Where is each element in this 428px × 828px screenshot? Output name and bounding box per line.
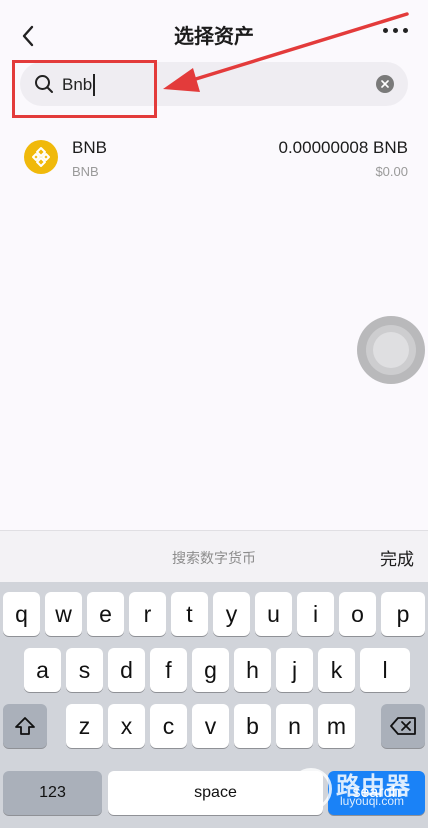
close-icon — [381, 80, 389, 88]
more-dot-icon — [383, 28, 388, 33]
keyboard: q w e r t y u i o p a s d f g h j k l z … — [0, 582, 428, 828]
more-dot-icon — [393, 28, 398, 33]
top-bar: 选择资产 — [0, 0, 428, 64]
key-o[interactable]: o — [339, 592, 376, 636]
key-x[interactable]: x — [108, 704, 145, 748]
key-f[interactable]: f — [150, 648, 187, 692]
page-title: 选择资产 — [174, 26, 254, 48]
key-q[interactable]: q — [3, 592, 40, 636]
key-b[interactable]: b — [234, 704, 271, 748]
keyboard-accessory-bar: 搜索数字货币 完成 — [0, 530, 428, 582]
asset-symbol: BNB — [72, 138, 107, 157]
bnb-icon — [24, 140, 58, 174]
shift-key[interactable] — [3, 704, 47, 748]
asset-balance: 0.00000008 BNB — [278, 138, 409, 157]
more-options-button[interactable] — [383, 28, 408, 33]
key-l[interactable]: l — [360, 648, 410, 692]
key-v[interactable]: v — [192, 704, 229, 748]
key-e[interactable]: e — [87, 592, 124, 636]
search-key[interactable]: search — [328, 771, 425, 815]
key-u[interactable]: u — [255, 592, 292, 636]
key-r[interactable]: r — [129, 592, 166, 636]
key-a[interactable]: a — [24, 648, 61, 692]
clear-search-button[interactable] — [376, 75, 394, 93]
key-p[interactable]: p — [381, 592, 425, 636]
key-m[interactable]: m — [318, 704, 355, 748]
key-y[interactable]: y — [213, 592, 250, 636]
backspace-key[interactable] — [381, 704, 425, 748]
key-i[interactable]: i — [297, 592, 334, 636]
key-h[interactable]: h — [234, 648, 271, 692]
highlight-box — [12, 60, 157, 118]
screen: 选择资产 Bnb BNB BNB 0.00000008 BNB $0.00 搜索… — [0, 0, 428, 828]
key-s[interactable]: s — [66, 648, 103, 692]
bnb-logo-icon — [32, 147, 50, 167]
key-j[interactable]: j — [276, 648, 313, 692]
key-k[interactable]: k — [318, 648, 355, 692]
more-dot-icon — [403, 28, 408, 33]
key-g[interactable]: g — [192, 648, 229, 692]
backspace-icon — [390, 717, 416, 735]
key-d[interactable]: d — [108, 648, 145, 692]
key-c[interactable]: c — [150, 704, 187, 748]
numbers-key[interactable]: 123 — [3, 771, 102, 815]
space-key[interactable]: space — [108, 771, 323, 815]
asset-fiat-value: $0.00 — [375, 164, 408, 179]
assistive-ring — [366, 325, 416, 375]
assistive-core — [373, 332, 409, 368]
key-z[interactable]: z — [66, 704, 103, 748]
key-w[interactable]: w — [45, 592, 82, 636]
list-item[interactable]: BNB BNB 0.00000008 BNB $0.00 — [0, 128, 428, 192]
accessory-placeholder: 搜索数字货币 — [172, 550, 256, 566]
shift-icon — [15, 717, 35, 735]
key-n[interactable]: n — [276, 704, 313, 748]
done-button[interactable]: 完成 — [380, 545, 414, 570]
asset-network: BNB — [72, 164, 99, 179]
key-t[interactable]: t — [171, 592, 208, 636]
assistive-touch-button[interactable] — [357, 316, 425, 384]
